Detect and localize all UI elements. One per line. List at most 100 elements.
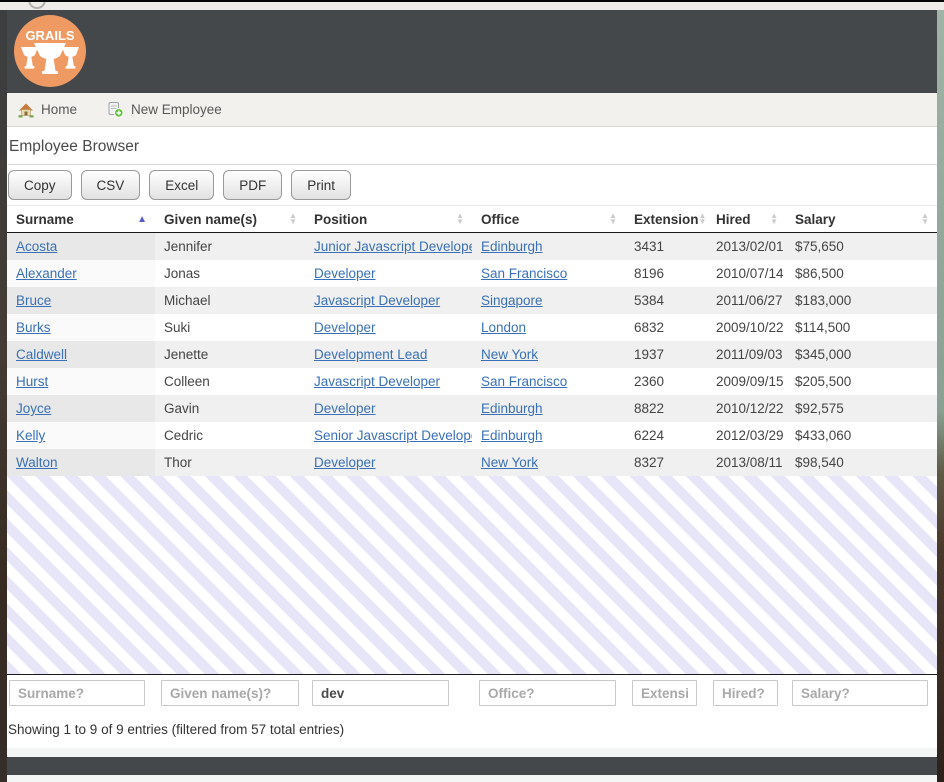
table-row: HurstColleenJavascript DeveloperSan Fran… xyxy=(7,368,937,395)
cell-extension: 6832 xyxy=(625,314,707,341)
table-header-row: Surname ▲ Given name(s) ▲▼ Position▲▼Office▲… xyxy=(7,205,937,233)
office-link[interactable]: San Francisco xyxy=(481,374,567,389)
grails-logo-icon: GRAILS xyxy=(14,15,86,87)
main-content: Employee Browser Copy CSV Excel PDF Print Su… xyxy=(7,127,937,748)
cell-extension: 8822 xyxy=(625,395,707,422)
cell-extension: 3431 xyxy=(625,233,707,260)
position-link[interactable]: Javascript Developer xyxy=(314,374,440,389)
cell-salary: $114,500 xyxy=(786,314,937,341)
surname-link[interactable]: Hurst xyxy=(16,374,48,389)
surname-link[interactable]: Walton xyxy=(16,455,58,470)
window-top-strip xyxy=(0,0,944,10)
csv-button[interactable]: CSV xyxy=(81,170,141,200)
surname-link[interactable]: Kelly xyxy=(16,428,45,443)
column-label: Hired xyxy=(716,212,751,227)
page-title: Employee Browser xyxy=(8,138,937,165)
surname-link[interactable]: Acosta xyxy=(16,239,57,254)
background-edge-right xyxy=(937,10,944,782)
navbar: GRAILS xyxy=(7,10,937,93)
filter-input-extension[interactable] xyxy=(632,680,697,706)
office-link[interactable]: London xyxy=(481,320,526,335)
cell-hired: 2011/09/03 xyxy=(707,341,786,368)
position-link[interactable]: Developer xyxy=(314,266,376,281)
cell-given-name-s: Thor xyxy=(155,449,305,476)
cell-surname: Acosta xyxy=(7,233,155,260)
pdf-button[interactable]: PDF xyxy=(223,170,282,200)
filter-cell xyxy=(625,680,707,706)
cell-position: Developer xyxy=(305,449,472,476)
cell-extension: 6224 xyxy=(625,422,707,449)
table-row: AcostaJenniferJunior Javascript Develope… xyxy=(7,233,937,260)
column-header-position[interactable]: Position▲▼ xyxy=(305,206,472,232)
cell-position: Junior Javascript Developer xyxy=(305,233,472,260)
column-header-given-name-s[interactable]: Given name(s) ▲▼ xyxy=(155,206,305,232)
position-link[interactable]: Development Lead xyxy=(314,347,427,362)
filter-input-office[interactable] xyxy=(479,680,616,706)
office-link[interactable]: San Francisco xyxy=(481,266,567,281)
breadcrumb-label-home: Home xyxy=(41,102,77,117)
office-link[interactable]: New York xyxy=(481,455,538,470)
cell-salary: $92,575 xyxy=(786,395,937,422)
filter-input-position[interactable] xyxy=(312,680,449,706)
cell-office: New York xyxy=(472,449,625,476)
table-row: WaltonThorDeveloperNew York83272013/08/1… xyxy=(7,449,937,476)
office-link[interactable]: Edinburgh xyxy=(481,239,543,254)
position-link[interactable]: Senior Javascript Developer xyxy=(314,428,472,443)
sort-icons: ▲▼ xyxy=(609,213,617,225)
surname-link[interactable]: Joyce xyxy=(16,401,51,416)
copy-button[interactable]: Copy xyxy=(8,170,72,200)
cell-hired: 2013/08/11 xyxy=(707,449,786,476)
sort-icons: ▲▼ xyxy=(770,213,778,225)
cell-salary: $98,540 xyxy=(786,449,937,476)
column-header-hired[interactable]: Hired ▲▼ xyxy=(707,206,786,232)
table-row: Kelly Cedric Senior Javascript Developer Ed… xyxy=(7,422,937,449)
column-header-salary[interactable]: Salary▲▼ xyxy=(786,206,937,232)
sort-asc-icon: ▲ xyxy=(137,214,147,225)
cell-extension: 2360 xyxy=(625,368,707,395)
column-header-extension[interactable]: Extension▲▼ xyxy=(625,206,707,232)
position-link[interactable]: Javascript Developer xyxy=(314,293,440,308)
cell-extension: 1937 xyxy=(625,341,707,368)
breadcrumb-item-new-employee[interactable]: New Employee xyxy=(107,101,222,118)
cell-surname: Hurst xyxy=(7,368,155,395)
position-link[interactable]: Developer xyxy=(314,320,376,335)
position-link[interactable]: Developer xyxy=(314,401,376,416)
cell-given-name-s: Cedric xyxy=(155,422,305,449)
office-link[interactable]: New York xyxy=(481,347,538,362)
position-link[interactable]: Junior Javascript Developer xyxy=(314,239,472,254)
filter-cell xyxy=(707,680,786,706)
table-row: BurksSukiDeveloperLondon68322009/10/22$1… xyxy=(7,314,937,341)
surname-link[interactable]: Alexander xyxy=(16,266,77,281)
cell-given-name-s: Suki xyxy=(155,314,305,341)
cell-surname: Caldwell xyxy=(7,341,155,368)
surname-link[interactable]: Burks xyxy=(16,320,51,335)
grails-logo[interactable]: GRAILS xyxy=(14,15,86,87)
filter-input-surname[interactable] xyxy=(9,680,145,706)
surname-link[interactable]: Caldwell xyxy=(16,347,67,362)
cell-office: San Francisco xyxy=(472,368,625,395)
office-link[interactable]: Edinburgh xyxy=(481,401,543,416)
filter-cell xyxy=(7,680,155,706)
filter-cell xyxy=(305,680,472,706)
column-header-surname[interactable]: Surname ▲ xyxy=(7,206,155,232)
position-link[interactable]: Developer xyxy=(314,455,376,470)
column-label: Surname xyxy=(16,212,74,227)
office-link[interactable]: Singapore xyxy=(481,293,543,308)
office-link[interactable]: Edinburgh xyxy=(481,428,543,443)
column-label: Given name(s) xyxy=(164,212,257,227)
page: GRAILS Home xyxy=(7,10,937,782)
filter-input-salary[interactable] xyxy=(792,680,928,706)
cell-extension: 5384 xyxy=(625,287,707,314)
column-header-office[interactable]: Office▲▼ xyxy=(472,206,625,232)
surname-link[interactable]: Bruce xyxy=(16,293,51,308)
filter-input-hired[interactable] xyxy=(713,680,778,706)
print-button[interactable]: Print xyxy=(291,170,351,200)
filter-input-given-name-s[interactable] xyxy=(161,680,299,706)
export-buttons: Copy CSV Excel PDF Print xyxy=(7,165,937,205)
sort-icons: ▲▼ xyxy=(289,213,297,225)
cell-salary: $86,500 xyxy=(786,260,937,287)
breadcrumb-item-home[interactable]: Home xyxy=(18,102,77,118)
footer-bar xyxy=(7,757,937,775)
excel-button[interactable]: Excel xyxy=(149,170,214,200)
filter-row xyxy=(7,674,937,712)
